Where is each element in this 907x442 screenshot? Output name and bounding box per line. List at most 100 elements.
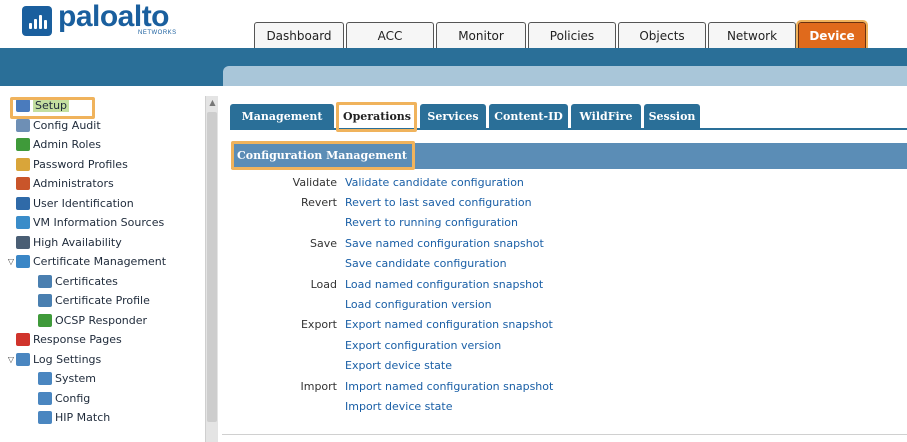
sidebar-item-high-availability[interactable]: High Availability [6,233,206,253]
config-action-link[interactable]: Revert to running configuration [345,216,518,229]
config-action-link[interactable]: Validate candidate configuration [345,176,524,189]
sidebar-item-certificates[interactable]: Certificates [6,272,206,292]
sidebar-item-label: Password Profiles [33,157,128,171]
sidebar-item-label: Certificate Management [33,255,167,269]
expand-toggle-icon[interactable]: ▽ [6,257,16,266]
config-row: Import Import named configuration snapsho… [231,376,907,396]
tab-policies[interactable]: Policies [528,22,616,48]
certificate-management-icon [16,255,30,269]
sub-tabs: Management Operations Services Content-I… [230,104,703,128]
main-tabs: Dashboard ACC Monitor Policies Objects N… [254,20,868,50]
config-row-label: Save [309,236,337,250]
log-settings-icon [16,352,30,366]
tab-network[interactable]: Network [708,22,796,48]
user-identification-icon [16,196,30,210]
config-action-link[interactable]: Export configuration version [345,339,501,352]
sidebar-item-ocsp-responder[interactable]: OCSP Responder [6,311,206,331]
sidebar-item-certificate-profile[interactable]: Certificate Profile [6,291,206,311]
config-row: Export configuration version [231,335,907,355]
config-action-link[interactable]: Import device state [345,400,453,413]
subtab-management[interactable]: Management [230,104,334,128]
tab-dashboard[interactable]: Dashboard [254,22,344,48]
sidebar-tree: Setup Config Audit Admin Roles Password Pro… [6,96,206,428]
scrollbar-thumb[interactable] [207,112,217,422]
config-row: Load configuration version [231,294,907,314]
config-row: Validate Validate candidate configuration [231,172,907,192]
sidebar-item-label: Administrators [33,177,114,191]
subtab-content-id[interactable]: Content-ID [489,104,568,128]
subtab-wildfire[interactable]: WildFire [571,104,641,128]
config-action-link[interactable]: Load named configuration snapshot [345,278,543,291]
config-action-link[interactable]: Save named configuration snapshot [345,237,544,250]
tab-monitor[interactable]: Monitor [436,22,526,48]
sidebar-item-label: Config [55,391,91,405]
sidebar-item-vm-information-sources[interactable]: VM Information Sources [6,213,206,233]
paloalto-logo: paloalto NETWORKS [22,0,212,40]
sidebar-scrollbar[interactable]: ▲ [205,96,218,442]
config-action-link[interactable]: Save candidate configuration [345,257,507,270]
config-action-link[interactable]: Revert to last saved configuration [345,196,532,209]
logo-mark-icon [22,6,52,36]
expand-toggle-icon[interactable]: ▽ [6,355,16,364]
sidebar-item-label: OCSP Responder [55,313,148,327]
config-action-link[interactable]: Import named configuration snapshot [345,380,553,393]
sidebar-item-password-profiles[interactable]: Password Profiles [6,155,206,175]
sidebar-item-response-pages[interactable]: Response Pages [6,330,206,350]
config-row: Import device state [231,396,907,416]
subtab-services[interactable]: Services [420,104,486,128]
response-pages-icon [16,333,30,347]
operations-highlight-box [336,102,417,132]
scroll-up-arrow-icon[interactable]: ▲ [206,98,219,107]
subtab-underline [230,128,907,130]
sidebar-item-system[interactable]: System [6,369,206,389]
config-row: Export Export named configuration snapsho… [231,315,907,335]
admin-roles-icon [16,138,30,152]
subtab-session[interactable]: Session [644,104,700,128]
sidebar-item-label: Certificate Profile [55,294,150,308]
certificate-profile-icon [38,294,52,308]
sidebar-item-label: High Availability [33,235,122,249]
config-management-table: Validate Validate candidate configuration… [231,172,907,417]
config-action-link[interactable]: Export device state [345,359,452,372]
tab-acc[interactable]: ACC [346,22,434,48]
certificates-icon [38,274,52,288]
config-row-label: Export [300,318,337,332]
config-row-label: Import [300,379,337,393]
password-profiles-icon [16,157,30,171]
config-row: Export device state [231,356,907,376]
config-row-label: Load [310,277,337,291]
sidebar-item-admin-roles[interactable]: Admin Roles [6,135,206,155]
sidebar-item-label: Log Settings [33,352,102,366]
administrators-icon [16,177,30,191]
sidebar-item-log-settings[interactable]: ▽ Log Settings [6,350,206,370]
sidebar-item-label: Config Audit [33,118,101,132]
sidebar-item-label: HIP Match [55,411,111,425]
tab-objects[interactable]: Objects [618,22,706,48]
setup-highlight-box [10,97,95,119]
sidebar-item-user-identification[interactable]: User Identification [6,194,206,214]
sidebar-item-label: Admin Roles [33,138,101,152]
sidebar-item-config[interactable]: Config [6,389,206,409]
ocsp-responder-icon [38,313,52,327]
config-action-link[interactable]: Export named configuration snapshot [345,318,553,331]
nav-band-light [223,66,907,86]
sidebar-item-label: Response Pages [33,333,122,347]
config-row: Revert Revert to last saved configuration [231,192,907,212]
brand-subtitle: NETWORKS [138,30,177,36]
tab-device[interactable]: Device [796,20,868,50]
sidebar-item-administrators[interactable]: Administrators [6,174,206,194]
sidebar-item-label: VM Information Sources [33,216,165,230]
sidebar-item-label: Certificates [55,274,118,288]
section-highlight-box [231,141,415,170]
system-icon [38,372,52,386]
config-action-link[interactable]: Load configuration version [345,298,492,311]
sidebar-item-hip-match[interactable]: HIP Match [6,408,206,428]
high-availability-icon [16,235,30,249]
brand-name: paloalto [58,0,170,33]
sidebar-item-certificate-management[interactable]: ▽ Certificate Management [6,252,206,272]
content-bottom-border [222,434,907,435]
config-audit-icon [16,118,30,132]
config-row: Save Save named configuration snapshot [231,233,907,253]
sidebar: Setup Config Audit Admin Roles Password Pro… [0,96,218,442]
app-header: paloalto NETWORKS Dashboard ACC Monitor … [0,0,907,50]
